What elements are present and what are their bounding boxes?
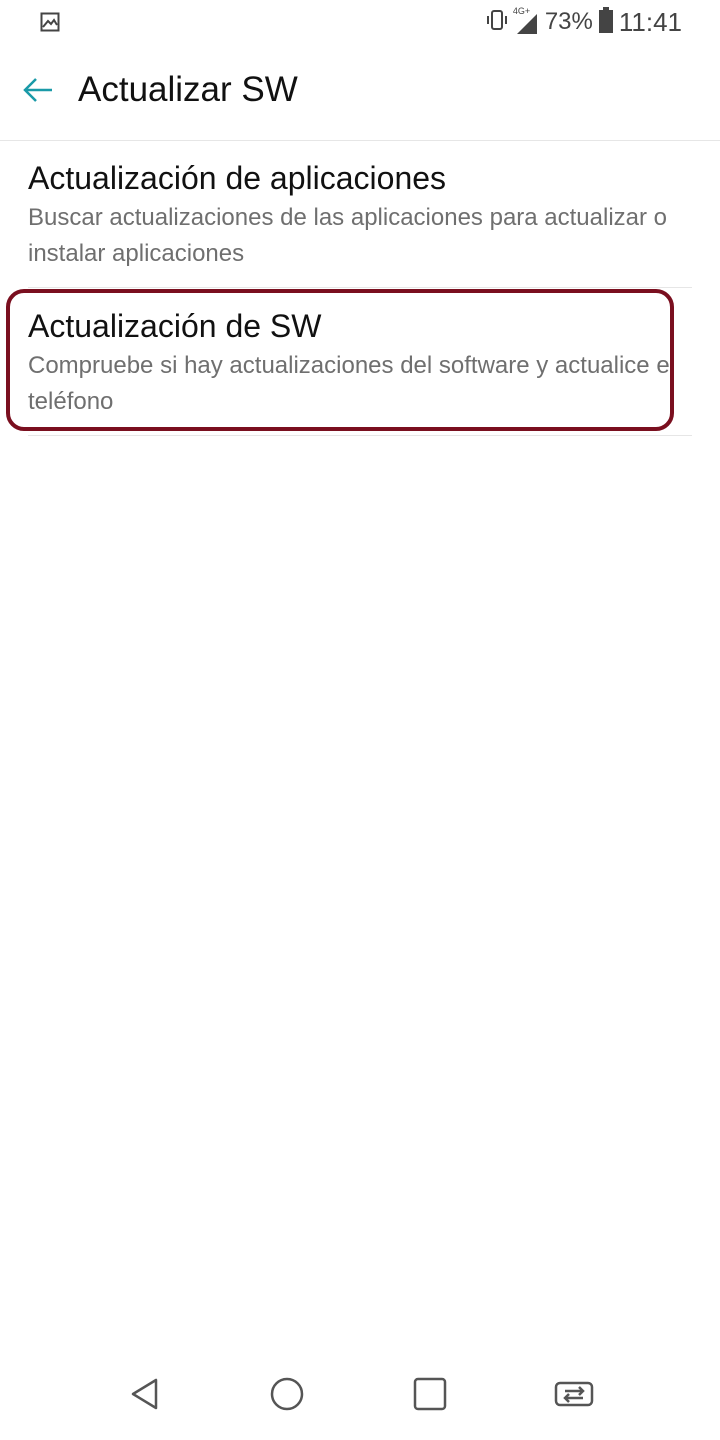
- vibrate-icon: [485, 8, 509, 37]
- list-item-sw-update[interactable]: Actualización de SW Compruebe si hay act…: [28, 306, 692, 436]
- dual-window-icon: [553, 1376, 595, 1417]
- app-bar: Actualizar SW: [0, 46, 720, 141]
- list-item-title: Actualización de aplicaciones: [28, 160, 447, 196]
- arrow-left-icon: [22, 76, 54, 109]
- nav-dual-window-button[interactable]: [552, 1374, 596, 1418]
- status-bar: 4G+ 73% 11:41: [0, 0, 720, 46]
- gallery-icon: [40, 12, 60, 32]
- triangle-back-icon: [126, 1376, 162, 1417]
- list-item-subtitle: Buscar actualizaciones de las aplicacion…: [28, 204, 668, 267]
- nav-back-button[interactable]: [122, 1374, 166, 1418]
- list-item-subtitle: Compruebe si hay actualizaciones del sof…: [28, 352, 676, 415]
- signal-icon: 4G+: [513, 6, 539, 36]
- square-recents-icon: [412, 1376, 448, 1417]
- nav-recents-button[interactable]: [408, 1374, 452, 1418]
- navigation-bar: [0, 1350, 720, 1440]
- page-title: Actualizar SW: [78, 70, 298, 109]
- list-item-app-updates[interactable]: Actualización de aplicaciones Buscar act…: [28, 158, 692, 288]
- battery-percent: 73%: [544, 8, 593, 35]
- battery-icon: [598, 6, 613, 38]
- status-right: 4G+ 73% 11:41: [485, 6, 682, 38]
- screen: 4G+ 73% 11:41 Actualizar SW Actualizació…: [0, 0, 720, 1440]
- list-item-title: Actualización de SW: [28, 308, 322, 344]
- clock: 11:41: [618, 6, 682, 37]
- back-button[interactable]: [14, 68, 62, 116]
- nav-home-button[interactable]: [265, 1374, 309, 1418]
- circle-home-icon: [269, 1376, 305, 1417]
